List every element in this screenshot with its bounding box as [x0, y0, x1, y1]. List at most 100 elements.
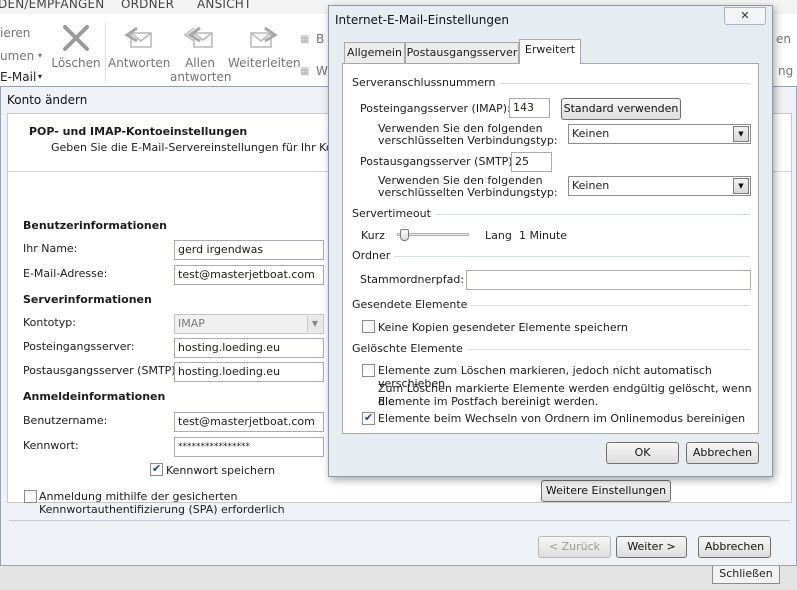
internet-email-settings-dialog: Internet-E-Mail-Einstellungen ✕ Allgemei…	[328, 5, 773, 477]
ribbon-tab-send-receive[interactable]: DEN/EMPFANGEN	[0, 0, 104, 11]
section-user-info: Benutzerinformationen	[23, 219, 168, 232]
password-input[interactable]: ****************	[174, 437, 324, 457]
background-close-button[interactable]: Schließen	[712, 564, 780, 584]
reply-all-label-1: Allen	[185, 56, 215, 70]
header-subtitle: Geben Sie die E-Mail-Servereinstellungen…	[51, 141, 371, 154]
chevron-down-icon: ▾	[38, 51, 43, 60]
footer-divider	[9, 520, 790, 521]
use-default-button[interactable]: Standard verwenden	[561, 98, 681, 120]
forward-label: Weiterleiten	[228, 56, 301, 70]
root-folder-input[interactable]	[466, 270, 751, 290]
timeout-long-label: Lang	[485, 229, 512, 242]
incoming-server-label: Posteingangsserver:	[23, 340, 135, 353]
incoming-server-input[interactable]: hosting.loeding.eu	[174, 338, 324, 358]
outgoing-server-label: Postausgangsserver (SMTP):	[23, 364, 180, 377]
timeout-value: 1 Minute	[519, 229, 568, 242]
tab-general[interactable]: Allgemein	[344, 42, 405, 63]
imap-port-input[interactable]: 143	[509, 98, 550, 118]
mark-delete-checkbox[interactable]	[362, 364, 375, 377]
account-type-value: IMAP	[178, 317, 205, 330]
name-label: Ihr Name:	[23, 242, 78, 255]
timeout-slider-thumb[interactable]	[400, 229, 410, 241]
ribbon-tab-folder[interactable]: ORDNER	[121, 0, 174, 11]
group-divider	[473, 83, 750, 84]
more-settings-button[interactable]: Weitere Einstellungen	[541, 480, 671, 502]
reply-all-icon	[184, 26, 213, 48]
spa-label-2: Kennwortauthentifizierung (SPA) erforder…	[39, 503, 285, 516]
mark-delete-note-2: Elemente im Postfach bereinigt werden.	[378, 395, 599, 408]
ribbon-fragment-ng: ng	[778, 64, 794, 78]
smtp-encryption-select[interactable]: Keinen ▼	[568, 176, 751, 196]
delete-x-icon	[63, 25, 89, 51]
account-type-select: IMAP ▼	[174, 314, 324, 334]
cancel-button[interactable]: Abbrechen	[686, 442, 759, 464]
name-input[interactable]: gerd irgendwas	[174, 240, 324, 260]
chevron-down-icon: ▼	[307, 316, 322, 332]
ribbon-fragment-1: ieren	[0, 26, 31, 40]
ribbon-fragment-w: W	[316, 64, 328, 78]
back-button[interactable]: < Zurück	[538, 536, 611, 558]
smtp-encryption-label-2: verschlüsselten Verbindungstyp:	[378, 186, 558, 199]
reply-icon	[124, 26, 152, 48]
remember-password-label: Kennwort speichern	[166, 464, 276, 477]
delete-button[interactable]: Löschen	[50, 24, 102, 70]
more-icon: ▦	[300, 66, 310, 77]
ribbon-fragment-3: E-Mail	[0, 70, 37, 84]
forward-button[interactable]: Weiterleiten	[228, 24, 301, 70]
group-divider	[455, 349, 750, 350]
root-folder-label: Stammordnerpfad:	[360, 273, 465, 286]
spa-label-1: Anmeldung mithilfe der gesicherten	[39, 490, 238, 503]
spa-checkbox[interactable]	[24, 490, 37, 503]
no-copies-label: Keine Kopien gesendeter Elemente speiche…	[378, 321, 628, 334]
delete-label: Löschen	[51, 56, 101, 70]
close-icon[interactable]: ✕	[724, 7, 766, 25]
purge-checkbox[interactable]	[362, 411, 375, 425]
imap-port-label: Posteingangsserver (IMAP):	[360, 102, 511, 115]
imap-encryption-select[interactable]: Keinen ▼	[568, 124, 751, 144]
header-title: POP- und IMAP-Kontoeinstellungen	[29, 125, 248, 138]
group-server-timeout: Servertimeout	[352, 207, 435, 220]
username-input[interactable]: test@masterjetboat.com	[174, 412, 324, 432]
section-server-info: Serverinformationen	[23, 293, 152, 306]
chevron-down-icon: ▼	[733, 126, 749, 142]
ribbon-divider	[105, 22, 106, 82]
email-label: E-Mail-Adresse:	[23, 267, 108, 280]
email-input[interactable]: test@masterjetboat.com	[174, 265, 324, 285]
group-sent-items: Gesendete Elemente	[352, 298, 472, 311]
purge-label: Elemente beim Wechseln von Ordnern im On…	[378, 412, 746, 425]
meeting-icon: ▦	[300, 34, 310, 45]
account-type-label: Kontotyp:	[23, 316, 76, 329]
group-folders: Ordner	[352, 249, 395, 262]
ok-button[interactable]: OK	[606, 442, 679, 464]
ribbon-fragment-b: B	[316, 32, 325, 46]
chevron-down-icon: ▾	[38, 72, 43, 81]
smtp-port-label: Postausgangsserver (SMTP):	[360, 155, 517, 168]
password-label: Kennwort:	[23, 439, 79, 452]
ribbon-fragment-en: en	[776, 32, 791, 46]
ribbon-tab-view[interactable]: ANSICHT	[197, 0, 251, 11]
tab-outgoing-server[interactable]: Postausgangsserver	[405, 42, 519, 63]
reply-button[interactable]: Antworten	[108, 24, 170, 70]
forward-icon	[250, 26, 278, 48]
group-divider	[461, 305, 750, 306]
group-deleted-items: Gelöschte Elemente	[352, 342, 467, 355]
reply-all-button[interactable]: Allen antworten	[170, 24, 232, 84]
no-copies-checkbox[interactable]	[362, 320, 375, 333]
next-button[interactable]: Weiter >	[616, 536, 687, 558]
imap-encryption-value: Keinen	[572, 127, 610, 140]
reply-label: Antworten	[108, 56, 171, 70]
chevron-down-icon: ▼	[733, 178, 749, 194]
group-divider	[393, 256, 750, 257]
smtp-encryption-value: Keinen	[572, 179, 610, 192]
group-divider	[428, 214, 750, 215]
dialog-title: Konto ändern	[7, 93, 88, 107]
remember-password-checkbox[interactable]	[150, 462, 163, 476]
reply-all-label-2: antworten	[170, 70, 232, 84]
timeout-short-label: Kurz	[361, 229, 385, 242]
cancel-button[interactable]: Abbrechen	[698, 536, 771, 558]
username-label: Benutzername:	[23, 414, 108, 427]
outgoing-server-input[interactable]: hosting.loeding.eu	[174, 362, 324, 382]
tab-advanced[interactable]: Erweitert	[519, 39, 581, 64]
smtp-port-input[interactable]: 25	[511, 152, 552, 172]
imap-encryption-label-2: verschlüsselten Verbindungstyp:	[378, 134, 558, 147]
